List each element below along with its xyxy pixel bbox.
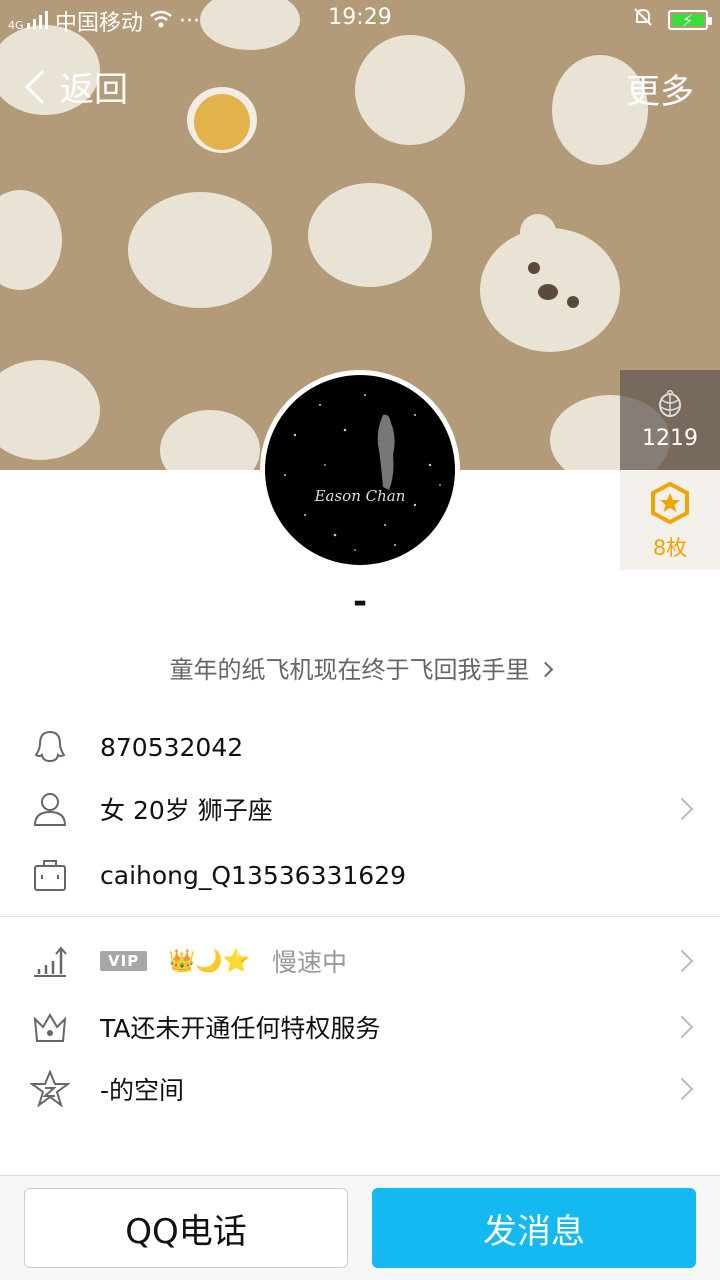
- more-button[interactable]: 更多: [626, 64, 694, 113]
- personal-info: 女 20岁 狮子座: [100, 796, 273, 825]
- penguin-icon: [34, 730, 66, 763]
- chevron-left-icon: [25, 69, 59, 104]
- like-count: 1219: [642, 426, 698, 451]
- nickname: -: [352, 582, 368, 622]
- side-badges: 1219 8枚: [620, 370, 720, 570]
- level-icons: 👑🌙⭐: [168, 948, 251, 974]
- like-ball-icon: [659, 388, 681, 417]
- motto-link[interactable]: 童年的纸飞机现在终于飞回我手里: [0, 650, 720, 685]
- qq-call-button[interactable]: QQ电话: [24, 1188, 348, 1268]
- personal-info-row[interactable]: 女 20岁 狮子座: [0, 778, 720, 840]
- chevron-right-icon: [537, 661, 553, 678]
- avatar[interactable]: Eason Chan: [260, 370, 460, 570]
- qzone-row[interactable]: -的空间: [0, 1058, 720, 1120]
- medal-count: 8枚: [652, 536, 688, 560]
- privilege-row[interactable]: TA还未开通任何特权服务: [0, 996, 720, 1058]
- account-id: caihong_Q13536331629: [100, 860, 407, 890]
- back-label: 返回: [60, 70, 128, 110]
- medal-badge[interactable]: 8枚: [620, 470, 720, 570]
- person-icon: [33, 793, 67, 826]
- chevron-right-icon: [670, 949, 694, 973]
- qq-number-row: 870532042: [0, 716, 720, 778]
- battery-charging-icon: ⚡: [668, 10, 712, 30]
- section-divider: [0, 916, 720, 917]
- level-chart-icon: [34, 946, 67, 977]
- status-bar: 4G 中国移动 ··· 19:29 ⚡: [0, 0, 720, 38]
- motto-text: 童年的纸飞机现在终于飞回我手里: [169, 656, 530, 684]
- bottom-action-bar: QQ电话 发消息: [0, 1175, 720, 1280]
- vip-state: 慢速中: [272, 948, 348, 977]
- qzone-star-icon: [30, 1069, 70, 1108]
- qq-number: 870532042: [100, 732, 244, 762]
- avatar-signature: Eason Chan: [314, 487, 406, 505]
- clock: 19:29: [328, 5, 392, 30]
- avatar-starfield-image: [284, 394, 441, 551]
- qzone-text: -的空间: [100, 1076, 185, 1105]
- vip-tag: VIP: [100, 951, 148, 971]
- mute-bell-icon: [632, 6, 654, 34]
- chevron-right-icon: [670, 1077, 694, 1101]
- account-row: caihong_Q13536331629: [0, 844, 720, 906]
- medal-star-icon: [651, 481, 689, 525]
- crown-icon: [33, 1013, 67, 1042]
- chevron-right-icon: [670, 797, 694, 821]
- briefcase-icon: [34, 860, 66, 891]
- privilege-text: TA还未开通任何特权服务: [100, 1014, 381, 1043]
- like-badge[interactable]: 1219: [620, 370, 720, 470]
- back-button[interactable]: 返回: [20, 62, 128, 111]
- send-message-button[interactable]: 发消息: [372, 1188, 696, 1268]
- chevron-right-icon: [670, 1015, 694, 1039]
- vip-level-row[interactable]: VIP 👑🌙⭐ 慢速中: [0, 930, 720, 992]
